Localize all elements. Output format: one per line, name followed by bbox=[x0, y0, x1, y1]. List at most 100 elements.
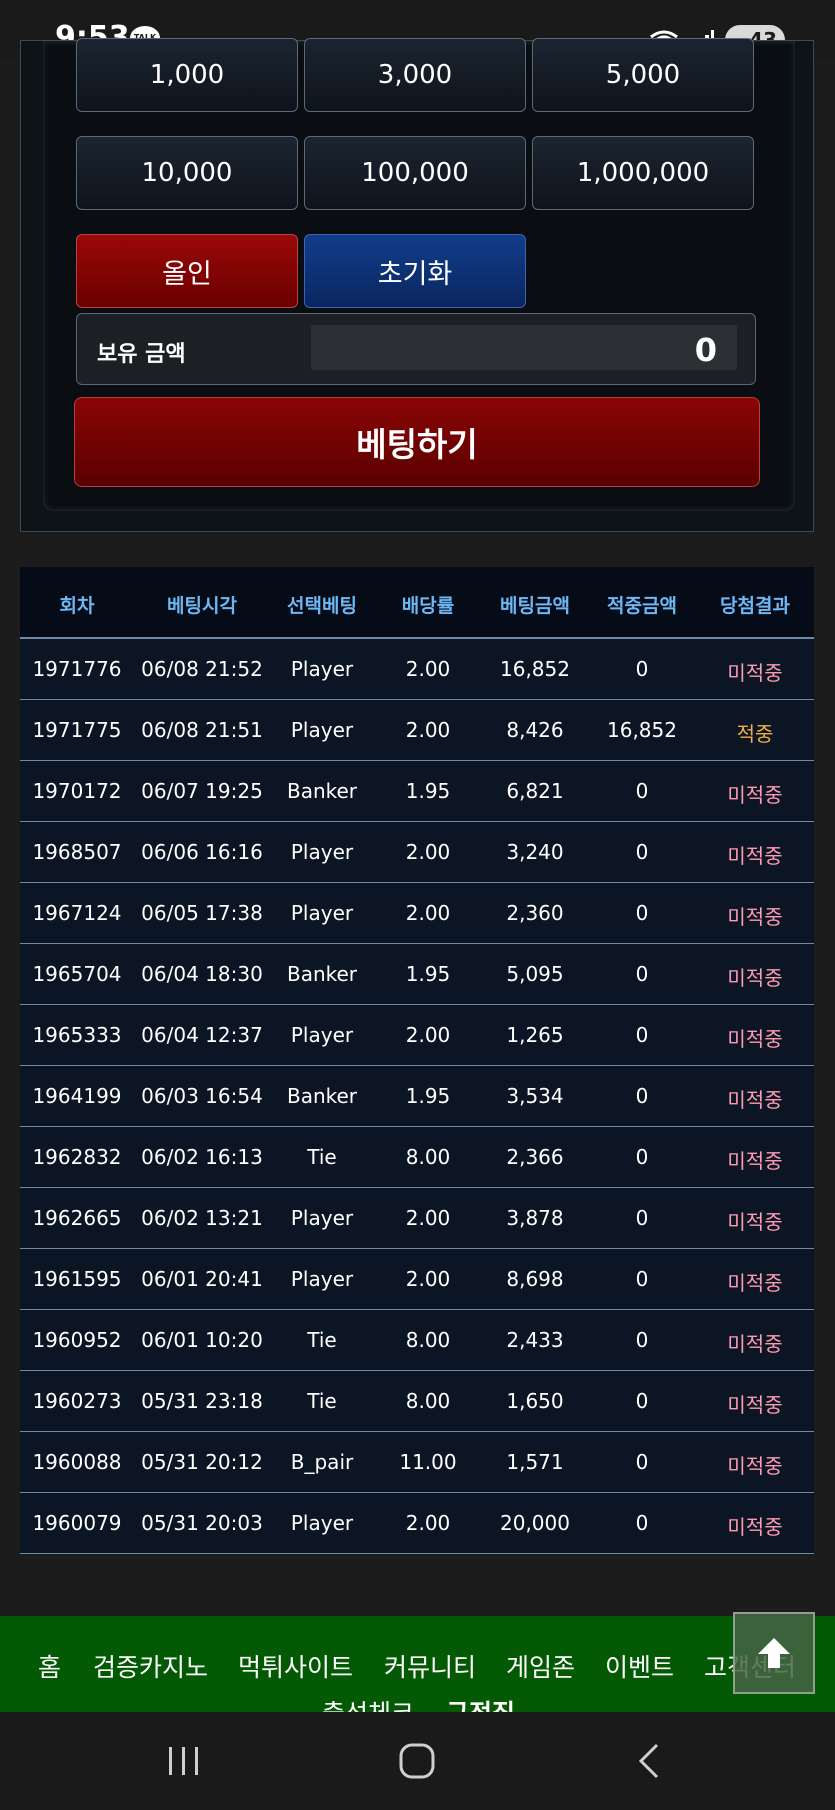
header-round: 회차 bbox=[59, 595, 95, 617]
cell-odds: 2.00 bbox=[405, 901, 451, 925]
cell-win-amount: 0 bbox=[635, 1450, 649, 1474]
cell-win-amount: 0 bbox=[635, 840, 649, 864]
cell-bet-amount: 2,366 bbox=[506, 1145, 564, 1169]
cell-bet-time: 06/04 18:30 bbox=[141, 962, 263, 986]
header-win-amount: 적중금액 bbox=[607, 595, 677, 617]
nav-verified-casino[interactable]: 검증카지노 bbox=[93, 1648, 208, 1684]
cell-odds: 2.00 bbox=[405, 840, 451, 864]
cell-selection: Player bbox=[290, 657, 354, 681]
cell-odds: 2.00 bbox=[405, 1267, 451, 1291]
table-row: 1960952 06/01 10:20 Tie 8.00 2,433 0 미적중 bbox=[20, 1310, 814, 1371]
table-row: 1965704 06/04 18:30 Banker 1.95 5,095 0 미적중 bbox=[20, 944, 814, 1005]
scroll-to-top-button[interactable] bbox=[733, 1612, 815, 1694]
place-bet-button[interactable]: 베팅하기 bbox=[74, 397, 760, 487]
cell-result: 미적중 bbox=[727, 844, 783, 868]
cell-round: 1968507 bbox=[32, 840, 122, 864]
cell-bet-time: 06/06 16:16 bbox=[141, 840, 263, 864]
table-row: 1962665 06/02 13:21 Player 2.00 3,878 0 미적중 bbox=[20, 1188, 814, 1249]
nav-rules[interactable]: 규정집 bbox=[446, 1694, 515, 1712]
cell-win-amount: 0 bbox=[635, 1206, 649, 1230]
cell-round: 1960079 bbox=[32, 1511, 122, 1535]
nav-game-zone[interactable]: 게임존 bbox=[506, 1648, 575, 1684]
cell-bet-amount: 3,534 bbox=[506, 1084, 564, 1108]
nav-community[interactable]: 커뮤니티 bbox=[384, 1648, 476, 1684]
cell-win-amount: 0 bbox=[635, 1267, 649, 1291]
cell-result: 미적중 bbox=[727, 1393, 783, 1417]
nav-scam-sites[interactable]: 먹튀사이트 bbox=[238, 1648, 353, 1684]
reset-button[interactable]: 초기화 bbox=[304, 234, 526, 308]
cell-bet-amount: 3,240 bbox=[506, 840, 564, 864]
table-row: 1962832 06/02 16:13 Tie 8.00 2,366 0 미적중 bbox=[20, 1127, 814, 1188]
cell-result: 적중 bbox=[736, 722, 774, 746]
cell-win-amount: 0 bbox=[635, 657, 649, 681]
chip-10000-button[interactable]: 10,000 bbox=[76, 136, 298, 210]
cell-bet-time: 06/08 21:52 bbox=[141, 657, 263, 681]
cell-bet-time: 06/01 10:20 bbox=[141, 1328, 263, 1352]
cell-selection: Tie bbox=[307, 1145, 337, 1169]
cell-win-amount: 0 bbox=[635, 1389, 649, 1413]
cell-win-amount: 16,852 bbox=[607, 718, 677, 742]
cell-odds: 1.95 bbox=[405, 962, 451, 986]
cell-odds: 2.00 bbox=[405, 718, 451, 742]
cell-selection: Player bbox=[290, 718, 354, 742]
chip-1000-button[interactable]: 1,000 bbox=[76, 38, 298, 112]
nav-home[interactable]: 홈 bbox=[38, 1648, 61, 1684]
table-row: 1970172 06/07 19:25 Banker 1.95 6,821 0 미적중 bbox=[20, 761, 814, 822]
cell-bet-time: 06/02 16:13 bbox=[141, 1145, 263, 1169]
table-row: 1960088 05/31 20:12 B_pair 11.00 1,571 0 미적중 bbox=[20, 1432, 814, 1493]
cell-selection: Player bbox=[290, 1267, 354, 1291]
cell-odds: 8.00 bbox=[405, 1145, 451, 1169]
cell-round: 1962665 bbox=[32, 1206, 122, 1230]
cell-bet-time: 06/05 17:38 bbox=[141, 901, 263, 925]
cell-odds: 2.00 bbox=[405, 1511, 451, 1535]
balance-value: 0 bbox=[694, 331, 717, 369]
recent-apps-icon[interactable] bbox=[166, 1744, 202, 1778]
table-row: 1971775 06/08 21:51 Player 2.00 8,426 16,852 적… bbox=[20, 700, 814, 761]
cell-win-amount: 0 bbox=[635, 962, 649, 986]
cell-bet-time: 06/08 21:51 bbox=[141, 718, 263, 742]
cell-bet-amount: 1,265 bbox=[506, 1023, 564, 1047]
table-row: 1964199 06/03 16:54 Banker 1.95 3,534 0 미적중 bbox=[20, 1066, 814, 1127]
chip-100000-button[interactable]: 100,000 bbox=[304, 136, 526, 210]
cell-bet-time: 06/02 13:21 bbox=[141, 1206, 263, 1230]
chip-3000-button[interactable]: 3,000 bbox=[304, 38, 526, 112]
cell-selection: Tie bbox=[307, 1328, 337, 1352]
header-result: 당첨결과 bbox=[720, 595, 790, 617]
home-icon[interactable] bbox=[398, 1742, 436, 1780]
cell-round: 1960952 bbox=[32, 1328, 122, 1352]
cell-round: 1961595 bbox=[32, 1267, 122, 1291]
nav-attendance[interactable]: 출석체크 bbox=[322, 1694, 414, 1712]
cell-round: 1965333 bbox=[32, 1023, 122, 1047]
cell-selection: Player bbox=[290, 1511, 354, 1535]
cell-result: 미적중 bbox=[727, 1515, 783, 1539]
cell-odds: 11.00 bbox=[399, 1450, 457, 1474]
cell-result: 미적중 bbox=[727, 1027, 783, 1051]
cell-round: 1962832 bbox=[32, 1145, 122, 1169]
cell-round: 1971776 bbox=[32, 657, 122, 681]
cell-round: 1967124 bbox=[32, 901, 122, 925]
cell-selection: Banker bbox=[286, 779, 358, 803]
chip-1000000-button[interactable]: 1,000,000 bbox=[532, 136, 754, 210]
cell-bet-time: 06/01 20:41 bbox=[141, 1267, 263, 1291]
cell-round: 1965704 bbox=[32, 962, 122, 986]
cell-bet-amount: 16,852 bbox=[500, 657, 570, 681]
cell-selection: B_pair bbox=[290, 1450, 354, 1474]
back-icon[interactable] bbox=[636, 1742, 662, 1780]
cell-win-amount: 0 bbox=[635, 1084, 649, 1108]
cell-result: 미적중 bbox=[727, 1088, 783, 1112]
cell-odds: 1.95 bbox=[405, 1084, 451, 1108]
chip-5000-button[interactable]: 5,000 bbox=[532, 38, 754, 112]
cell-bet-amount: 20,000 bbox=[500, 1511, 570, 1535]
cell-result: 미적중 bbox=[727, 1210, 783, 1234]
cell-round: 1970172 bbox=[32, 779, 122, 803]
cell-odds: 8.00 bbox=[405, 1389, 451, 1413]
balance-value-box: 0 bbox=[311, 325, 737, 370]
cell-bet-amount: 8,698 bbox=[506, 1267, 564, 1291]
cell-round: 1971775 bbox=[32, 718, 122, 742]
cell-bet-amount: 1,571 bbox=[506, 1450, 564, 1474]
cell-result: 미적중 bbox=[727, 1149, 783, 1173]
all-in-button[interactable]: 올인 bbox=[76, 234, 298, 308]
cell-bet-amount: 2,433 bbox=[506, 1328, 564, 1352]
nav-events[interactable]: 이벤트 bbox=[605, 1648, 674, 1684]
cell-result: 미적중 bbox=[727, 1332, 783, 1356]
